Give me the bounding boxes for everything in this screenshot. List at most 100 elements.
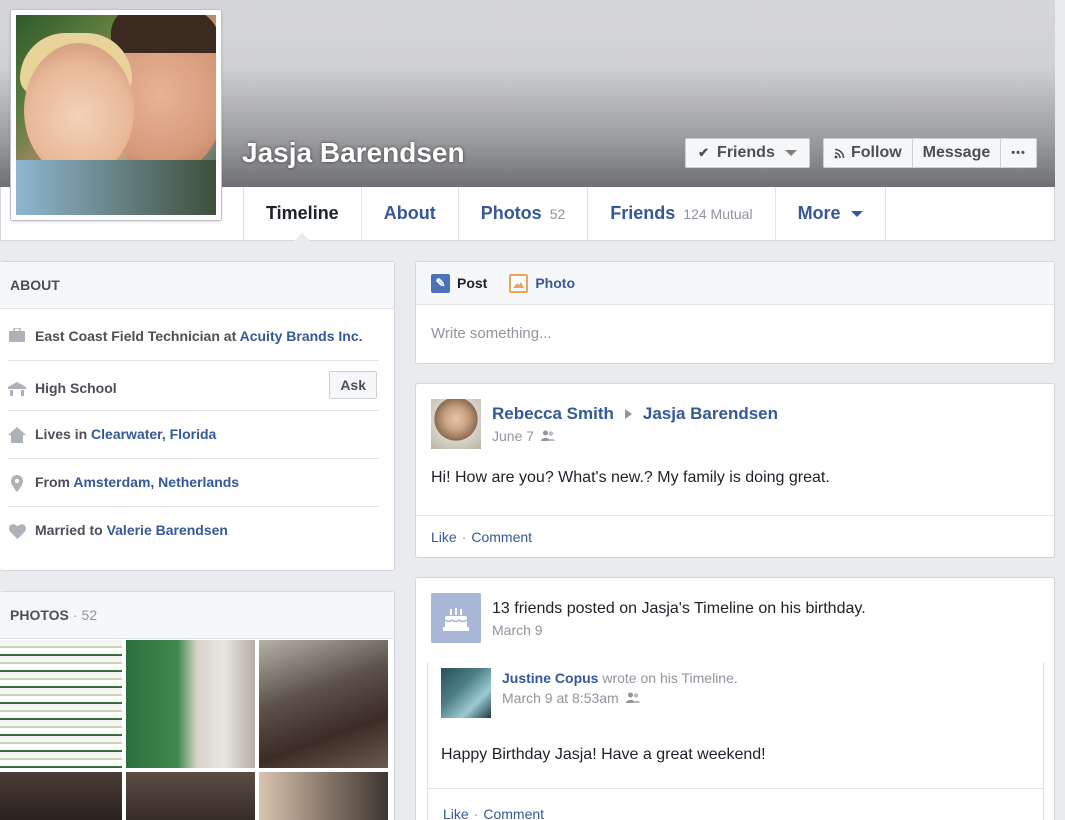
nested-post-actions: Like · Comment	[428, 788, 1043, 820]
more-options-button[interactable]: •••	[1001, 138, 1037, 168]
tab-more[interactable]: More	[774, 187, 886, 240]
profile-picture[interactable]	[10, 9, 222, 221]
home-icon	[8, 426, 26, 444]
photo-shirt	[16, 160, 216, 215]
photo-thumbnail[interactable]	[0, 640, 122, 768]
nested-post-date: March 9 at 8:53am	[502, 690, 738, 706]
current-city-link[interactable]: Clearwater, Florida	[91, 426, 216, 442]
post-author-link[interactable]: Rebecca Smith	[492, 404, 614, 424]
pencil-icon: ✎	[431, 273, 450, 293]
about-relationship: Married to Valerie Barendsen	[8, 507, 379, 554]
location-pin-icon	[8, 474, 26, 492]
about-lives-prefix: Lives in	[35, 426, 92, 442]
about-education-text: High School	[35, 380, 117, 396]
chevron-down-icon	[784, 150, 797, 156]
friends-button[interactable]: ✔ Friends	[685, 138, 810, 168]
about-lives: Lives in Clearwater, Florida	[8, 411, 379, 459]
nested-timestamp[interactable]: March 9 at 8:53am	[502, 690, 619, 706]
birthday-summary[interactable]: 13 friends posted on Jasja's Timeline on…	[492, 600, 866, 618]
nested-post-body: Happy Birthday Jasja! Have a great weeke…	[441, 746, 766, 763]
profile-name[interactable]: Jasja Barendsen	[242, 137, 465, 169]
nested-post-title: Justine Copus wrote on his Timeline.	[502, 670, 738, 686]
photos-card: PHOTOS · 52	[0, 591, 395, 820]
employer-link[interactable]: Acuity Brands Inc.	[240, 328, 363, 344]
post-date: March 9	[492, 622, 866, 638]
post-header: Rebecca Smith Jasja Barendsen June 7	[416, 384, 1054, 449]
birthday-post: 13 friends posted on Jasja's Timeline on…	[415, 577, 1055, 820]
composer-tab-photo[interactable]: Photo	[509, 273, 575, 293]
chevron-down-icon	[850, 210, 863, 217]
tab-photos[interactable]: Photos 52	[457, 187, 588, 240]
photo-icon	[509, 273, 529, 293]
follow-message-group: Follow Message •••	[823, 138, 1037, 168]
arrow-right-icon	[624, 409, 632, 419]
ask-button[interactable]: Ask	[329, 371, 377, 399]
comment-link[interactable]: Comment	[483, 806, 544, 820]
post-body: Hi! How are you? What's new.? My family …	[431, 469, 830, 486]
post-date: June 7	[492, 428, 778, 444]
tab-label: Photos	[480, 203, 542, 223]
composer-tabs: ✎ Post Photo	[416, 262, 1054, 305]
tab-label: More	[797, 203, 841, 223]
post-actions: Like · Comment	[416, 515, 1054, 557]
heart-icon	[8, 522, 26, 540]
post-target-link[interactable]: Jasja Barendsen	[643, 404, 778, 424]
photo-thumbnail[interactable]	[126, 640, 255, 768]
post-composer: ✎ Post Photo Write something...	[415, 261, 1055, 364]
photo-thumbnail[interactable]	[126, 772, 255, 820]
nested-post-header: Justine Copus wrote on his Timeline. Mar…	[428, 662, 1043, 718]
action-separator: ·	[473, 805, 479, 820]
photo-child-face	[24, 43, 134, 178]
profile-tabs: Timeline About Photos 52 Friends 124 Mut…	[243, 187, 886, 241]
photos-count: 52	[81, 607, 98, 623]
friends-audience-icon[interactable]	[625, 692, 640, 704]
message-button-label: Message	[922, 144, 991, 161]
composer-input[interactable]: Write something...	[416, 305, 1054, 362]
follow-button[interactable]: Follow	[823, 138, 913, 168]
action-separator: ·	[461, 528, 467, 545]
friends-audience-icon[interactable]	[541, 430, 556, 442]
tab-count: 52	[549, 205, 566, 222]
photo-thumbnail[interactable]	[259, 772, 388, 820]
school-icon	[8, 380, 26, 398]
post-timestamp[interactable]: March 9	[492, 622, 543, 638]
tab-label: Friends	[610, 203, 676, 223]
tab-count: 124 Mutual	[683, 205, 753, 222]
avatar[interactable]	[431, 399, 481, 449]
about-header: ABOUT	[0, 262, 394, 309]
about-work-text: East Coast Field Technician at Acuity Br…	[35, 326, 365, 346]
about-list: East Coast Field Technician at Acuity Br…	[0, 309, 394, 554]
about-from: From Amsterdam, Netherlands	[8, 459, 379, 507]
about-from-prefix: From	[35, 474, 74, 490]
tab-friends[interactable]: Friends 124 Mutual	[587, 187, 774, 240]
nested-author-link[interactable]: Justine Copus	[502, 670, 598, 686]
cover-actions: ✔ Friends Follow Message •••	[685, 138, 1037, 168]
post-meta: Rebecca Smith Jasja Barendsen June 7	[492, 399, 778, 449]
photos-header[interactable]: PHOTOS · 52	[0, 592, 394, 639]
spouse-link[interactable]: Valerie Barendsen	[107, 522, 228, 538]
avatar[interactable]	[441, 668, 491, 718]
nested-action-text: wrote on his Timeline.	[598, 670, 738, 686]
tab-label: Timeline	[266, 203, 339, 223]
hometown-link[interactable]: Amsterdam, Netherlands	[73, 474, 239, 490]
like-link[interactable]: Like	[431, 529, 457, 545]
about-work-prefix: East Coast Field Technician at	[35, 328, 240, 344]
photo-thumbnail[interactable]	[0, 772, 122, 820]
photo-thumbnail[interactable]	[259, 640, 388, 768]
about-married-prefix: Married to	[35, 522, 107, 538]
about-header-label: ABOUT	[10, 277, 60, 293]
friends-button-label: Friends	[717, 144, 775, 161]
message-button[interactable]: Message	[912, 138, 1002, 168]
tab-about[interactable]: About	[360, 187, 458, 240]
composer-tab-post[interactable]: ✎ Post	[431, 273, 487, 293]
about-relationship-text: Married to Valerie Barendsen	[35, 522, 228, 538]
profile-photo-image	[16, 15, 216, 215]
check-icon: ✔	[698, 145, 710, 160]
post-timestamp[interactable]: June 7	[492, 428, 534, 444]
like-link[interactable]: Like	[443, 806, 469, 820]
about-card: ABOUT East Coast Field Technician at Acu…	[0, 261, 395, 571]
comment-link[interactable]: Comment	[471, 529, 532, 545]
tab-timeline[interactable]: Timeline	[243, 187, 361, 241]
about-education: High School Ask	[8, 361, 379, 411]
nested-post: Justine Copus wrote on his Timeline. Mar…	[427, 662, 1044, 820]
